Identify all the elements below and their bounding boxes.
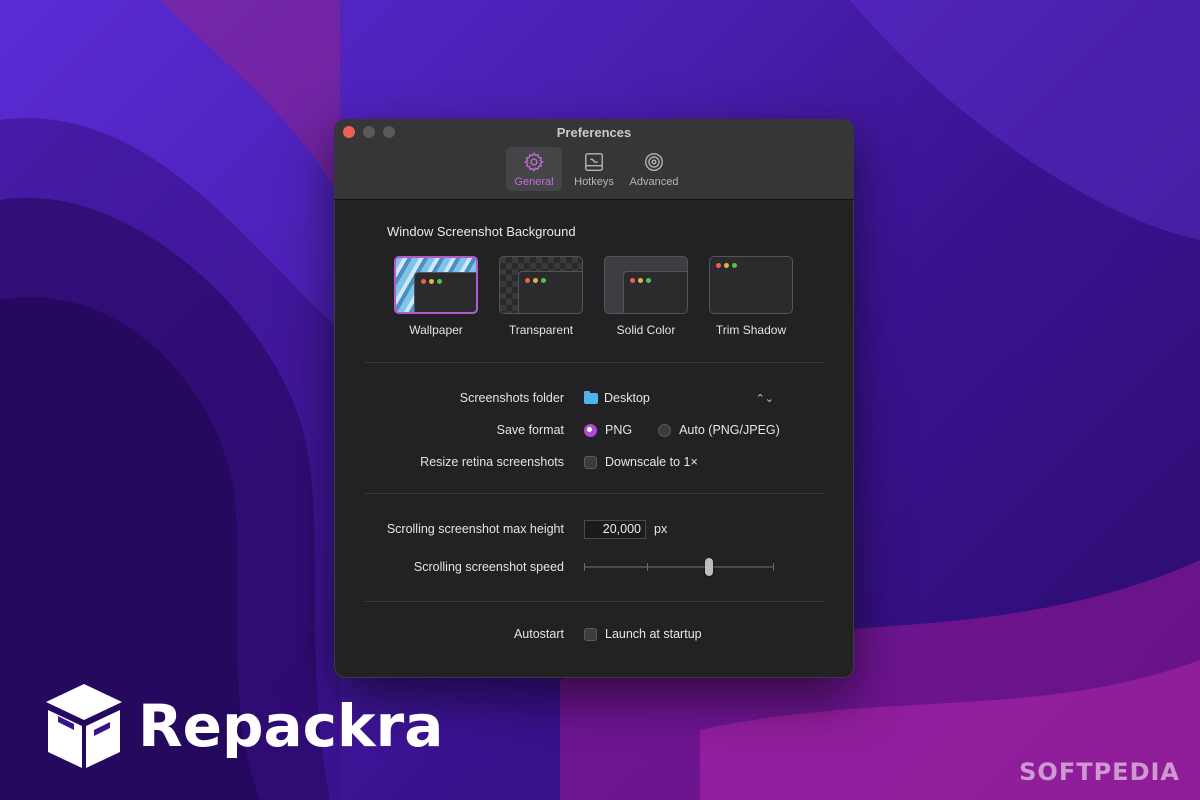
autostart-row: Autostart Launch at startup bbox=[334, 623, 854, 645]
tab-advanced-label: Advanced bbox=[629, 175, 679, 188]
scroll-speed-control bbox=[584, 557, 774, 577]
radio-png-label: PNG bbox=[605, 423, 633, 437]
tab-hotkeys-label: Hotkeys bbox=[574, 175, 614, 188]
scroll-speed-row: Scrolling screenshot speed bbox=[334, 556, 854, 578]
background-options: Wallpaper Transparent Solid Color Trim S… bbox=[394, 256, 793, 337]
max-height-control: px bbox=[584, 519, 668, 539]
window-title: Preferences bbox=[556, 125, 632, 140]
bg-option-label: Wallpaper bbox=[409, 323, 463, 337]
mini-window bbox=[518, 271, 582, 313]
tab-general[interactable]: General bbox=[506, 147, 562, 191]
tab-advanced[interactable]: Advanced bbox=[626, 147, 682, 191]
scroll-speed-label: Scrolling screenshot speed bbox=[413, 560, 564, 574]
folder-value: Desktop bbox=[604, 391, 650, 405]
mini-window bbox=[710, 257, 792, 313]
chevron-updown-icon: ⌃⌄ bbox=[755, 392, 774, 405]
divider bbox=[365, 362, 823, 363]
launch-startup-checkbox[interactable] bbox=[584, 627, 597, 641]
preferences-toolbar: General Hotkeys Advanced bbox=[334, 147, 854, 191]
softpedia-watermark: SOFTPEDIA bbox=[1019, 758, 1180, 786]
tab-hotkeys[interactable]: Hotkeys bbox=[566, 147, 622, 191]
gear-icon bbox=[524, 151, 544, 172]
downscale-checkbox[interactable] bbox=[584, 455, 597, 469]
transparent-thumbnail bbox=[499, 256, 583, 314]
spiral-icon bbox=[645, 152, 663, 171]
resize-retina-row: Resize retina screenshots Downscale to 1… bbox=[334, 451, 854, 473]
bg-option-transparent[interactable]: Transparent bbox=[499, 256, 583, 337]
trim-shadow-thumbnail bbox=[709, 256, 793, 314]
mini-window bbox=[414, 272, 476, 312]
save-format-label: Save format bbox=[496, 423, 564, 437]
launch-startup-control: Launch at startup bbox=[584, 627, 702, 641]
slider-tick bbox=[647, 563, 648, 571]
screenshots-folder-row: Screenshots folder Desktop ⌃⌄ bbox=[334, 387, 854, 409]
keyboard-icon bbox=[585, 152, 603, 171]
bg-option-label: Solid Color bbox=[616, 323, 676, 337]
bg-option-label: Transparent bbox=[508, 323, 574, 337]
folder-icon bbox=[584, 390, 598, 404]
screenshots-folder-popup[interactable]: Desktop ⌃⌄ bbox=[584, 390, 774, 405]
repackra-logo: Repackra bbox=[40, 680, 443, 772]
slider-tick bbox=[584, 563, 585, 571]
wallpaper-thumbnail bbox=[394, 256, 478, 314]
slider-track bbox=[584, 566, 774, 568]
downscale-label: Downscale to 1× bbox=[605, 455, 698, 469]
mini-window bbox=[623, 271, 687, 313]
screenshots-folder-label: Screenshots folder bbox=[459, 391, 564, 405]
bg-option-wallpaper[interactable]: Wallpaper bbox=[394, 256, 478, 337]
bg-option-label: Trim Shadow bbox=[715, 323, 787, 337]
box-logo-icon bbox=[46, 684, 122, 768]
radio-auto-label: Auto (PNG/JPEG) bbox=[679, 423, 780, 437]
bg-option-trim-shadow[interactable]: Trim Shadow bbox=[709, 256, 793, 337]
resize-retina-label: Resize retina screenshots bbox=[420, 455, 564, 469]
bg-option-solid-color[interactable]: Solid Color bbox=[604, 256, 688, 337]
launch-startup-label: Launch at startup bbox=[605, 627, 702, 641]
max-height-row: Scrolling screenshot max height px bbox=[334, 518, 854, 540]
save-format-options: PNG Auto (PNG/JPEG) bbox=[584, 423, 780, 437]
save-format-row: Save format PNG Auto (PNG/JPEG) bbox=[334, 419, 854, 441]
scroll-speed-slider[interactable] bbox=[584, 557, 774, 577]
radio-png[interactable] bbox=[584, 423, 597, 437]
tab-general-label: General bbox=[514, 175, 554, 188]
radio-auto[interactable] bbox=[658, 423, 672, 437]
slider-tick bbox=[773, 563, 774, 571]
slider-knob[interactable] bbox=[705, 558, 714, 576]
logo-text: Repackra bbox=[138, 692, 444, 760]
unit-label: px bbox=[654, 522, 668, 536]
max-height-input[interactable] bbox=[584, 519, 646, 539]
background-section-title: Window Screenshot Background bbox=[387, 224, 576, 239]
solid-color-thumbnail bbox=[604, 256, 688, 314]
autostart-label: Autostart bbox=[513, 627, 564, 641]
downscale-control: Downscale to 1× bbox=[584, 455, 698, 469]
preferences-window: Preferences General Hotkeys Advanced Win… bbox=[334, 119, 854, 678]
divider bbox=[365, 493, 823, 494]
divider bbox=[365, 601, 823, 602]
titlebar: Preferences General Hotkeys Advanced bbox=[334, 119, 854, 200]
max-height-label: Scrolling screenshot max height bbox=[386, 522, 564, 536]
